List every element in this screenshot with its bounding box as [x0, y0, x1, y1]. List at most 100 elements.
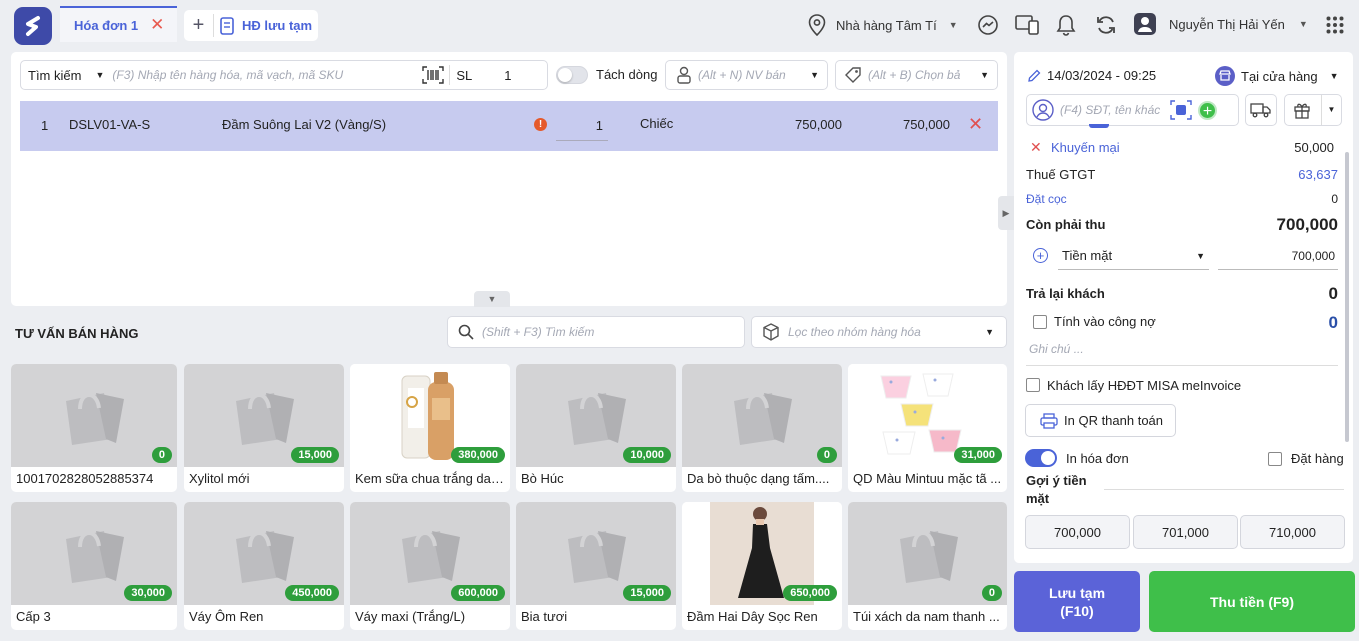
chevron-down-icon: ▼	[948, 20, 958, 30]
split-line-toggle[interactable]	[556, 66, 588, 84]
promo-value: 50,000	[1294, 140, 1334, 155]
save-draft-button[interactable]: Lưu tạm (F10)	[1014, 571, 1140, 632]
line-price[interactable]: 750,000	[748, 117, 842, 132]
collect-payment-button[interactable]: Thu tiền (F9)	[1149, 571, 1355, 632]
product-card[interactable]: 15,000 Bia tươi	[516, 502, 676, 630]
product-card[interactable]: 15,000 Xylitol mới	[184, 364, 344, 492]
search-mode-select[interactable]: Tìm kiếm	[28, 68, 81, 83]
display-icon[interactable]	[1015, 14, 1039, 39]
expand-right-handle[interactable]: ▶	[998, 196, 1014, 230]
note-input[interactable]: Ghi chú ...	[1026, 338, 1338, 366]
product-price-badge: 15,000	[291, 447, 339, 463]
print-invoice-toggle[interactable]	[1025, 449, 1057, 467]
scrollbar[interactable]	[1345, 152, 1349, 442]
customer-placeholder: (F4) SĐT, tên khác	[1060, 103, 1160, 117]
product-card[interactable]: 380,000 Kem sữa chua trắng da ...	[350, 364, 510, 492]
product-card[interactable]: 450,000 Váy Ôm Ren	[184, 502, 344, 630]
sync-icon[interactable]	[1095, 14, 1117, 39]
staff-select[interactable]: (Alt + N) NV bán ▼	[665, 60, 828, 90]
customer-search[interactable]: (F4) SĐT, tên khác +	[1026, 94, 1239, 126]
suggest-amount-3[interactable]: 710,000	[1240, 515, 1345, 549]
einvoice-checkbox[interactable]	[1026, 378, 1040, 392]
delivery-button[interactable]	[1245, 94, 1277, 126]
search-icon	[458, 324, 474, 340]
payment-method-select[interactable]: Tiền mặt ▼	[1058, 242, 1209, 270]
product-card[interactable]: 30,000 Cấp 3	[11, 502, 177, 630]
payment-panel: 14/03/2024 - 09:25 Tại cửa hàng ▼ (F4) S…	[1014, 52, 1353, 563]
product-group-filter[interactable]: Lọc theo nhóm hàng hóa ▼	[751, 316, 1007, 348]
channel-select[interactable]: Tại cửa hàng ▼	[1215, 66, 1339, 86]
location-pin-icon	[808, 14, 826, 36]
product-price-badge: 0	[151, 447, 172, 463]
close-tab-icon[interactable]: ✕	[150, 15, 164, 35]
barcode-icon[interactable]	[422, 66, 445, 84]
qty-input[interactable]: 1	[504, 68, 511, 83]
line-total: 750,000	[903, 117, 950, 132]
add-payment-icon[interactable]: +	[1033, 248, 1048, 263]
shopping-bag-icon	[568, 530, 626, 583]
shopping-bag-icon	[899, 530, 958, 583]
product-name: Túi xách da nam thanh ...	[853, 609, 1000, 624]
product-name: Bò Húc	[521, 471, 564, 486]
product-name: Da bò thuộc dạng tấm....	[687, 471, 830, 486]
gift-menu[interactable]: ▼	[1284, 94, 1342, 126]
einvoice-label: Khách lấy HĐĐT MISA meInvoice	[1047, 378, 1242, 393]
product-name: Bia tươi	[521, 609, 568, 624]
saved-invoices-tab[interactable]: HĐ lưu tạm	[220, 16, 312, 35]
debt-label: Tính vào công nợ	[1054, 314, 1156, 329]
suggest-divider	[1104, 489, 1344, 490]
apps-grid-icon[interactable]	[1326, 16, 1344, 37]
user-menu[interactable]: Nguyễn Thị Hải Yến ▼	[1134, 13, 1308, 35]
product-card[interactable]: 10,000 Bò Húc	[516, 364, 676, 492]
add-customer-icon[interactable]: +	[1198, 100, 1217, 120]
store-selector[interactable]: Nhà hàng Tâm Tí ▼	[808, 14, 958, 36]
suggest-amount-1[interactable]: 700,000	[1025, 515, 1130, 549]
store-name: Nhà hàng Tâm Tí	[836, 17, 937, 33]
tab-invoice-1[interactable]: Hóa đơn 1 ✕	[60, 6, 177, 42]
shopping-bag-icon	[402, 530, 460, 583]
delete-line-icon[interactable]: ✕	[968, 114, 983, 135]
vat-value[interactable]: 63,637	[1298, 167, 1338, 182]
invoice-line-row[interactable]: 1 DSLV01-VA-S Đầm Suông Lai V2 (Vàng/S) …	[20, 101, 998, 151]
print-qr-button[interactable]: In QR thanh toán	[1025, 404, 1176, 437]
qty-label: SL	[456, 67, 473, 83]
product-card[interactable]: 600,000 Váy maxi (Trắng/L)	[350, 502, 510, 630]
product-search-input[interactable]: (F3) Nhập tên hàng hóa, mã vạch, mã SKU	[112, 68, 412, 82]
bell-icon[interactable]	[1056, 13, 1076, 40]
collapse-handle[interactable]: ▼	[474, 291, 510, 307]
line-qty-input[interactable]: 1	[556, 111, 608, 141]
product-card[interactable]: 650,000 Đầm Hai Dây Sọc Ren	[682, 502, 842, 630]
chevron-down-icon: ▼	[980, 70, 989, 80]
split-line-label: Tách dòng	[596, 67, 658, 82]
order-checkbox[interactable]	[1268, 452, 1282, 466]
deposit-label[interactable]: Đặt cọc	[1026, 192, 1067, 206]
product-price-badge: 380,000	[451, 447, 505, 463]
promo-label[interactable]: Khuyến mại	[1051, 140, 1120, 155]
product-card[interactable]: 0 1001702828052885374	[11, 364, 177, 492]
customer-avatar-icon	[1032, 99, 1054, 121]
product-card[interactable]: 31,000 QD Màu Mintuu mặc tã ...	[848, 364, 1007, 492]
product-image: 10,000	[516, 364, 676, 467]
edit-icon	[1028, 69, 1041, 82]
price-list-select[interactable]: (Alt + B) Chọn bả ▼	[835, 60, 998, 90]
product-card[interactable]: 0 Da bò thuộc dạng tấm....	[682, 364, 842, 492]
suggest-amount-2[interactable]: 701,000	[1133, 515, 1238, 549]
warning-icon[interactable]: !	[534, 118, 547, 131]
messenger-icon[interactable]	[977, 14, 999, 39]
product-price-badge: 0	[981, 585, 1002, 601]
remove-promo-icon[interactable]: ✕	[1030, 139, 1042, 156]
app-logo[interactable]	[14, 7, 52, 45]
scan-customer-icon[interactable]	[1170, 100, 1192, 120]
print-qr-label: In QR thanh toán	[1064, 413, 1164, 428]
cash-suggest-label: Gợi ý tiền mặt	[1026, 473, 1087, 506]
debt-checkbox[interactable]	[1033, 315, 1047, 329]
chevron-down-icon: ▼	[1196, 250, 1205, 261]
add-tab-icon[interactable]: +	[184, 14, 214, 37]
payment-amount-input[interactable]: 700,000	[1218, 242, 1338, 270]
amount-due-label: Còn phải thu	[1026, 217, 1106, 232]
invoice-datetime[interactable]: 14/03/2024 - 09:25	[1028, 68, 1156, 83]
advice-search-input[interactable]: (Shift + F3) Tìm kiếm	[447, 316, 745, 348]
tab-group-new: + HĐ lưu tạm	[184, 10, 318, 41]
product-card[interactable]: 0 Túi xách da nam thanh ...	[848, 502, 1007, 630]
change-label: Trả lại khách	[1026, 286, 1105, 301]
